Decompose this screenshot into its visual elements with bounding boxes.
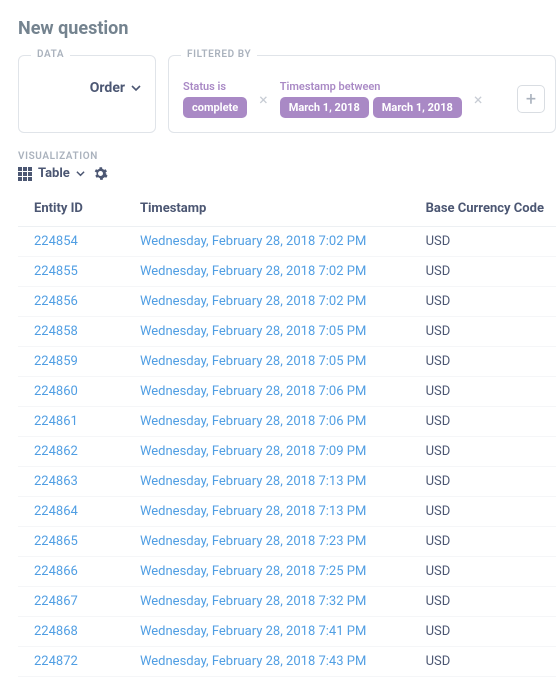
remove-filter-icon[interactable]: × — [257, 90, 270, 109]
table-row: 224860Wednesday, February 28, 2018 7:06 … — [18, 377, 556, 407]
filter-caption: Status is — [183, 80, 247, 93]
table-row: 224868Wednesday, February 28, 2018 7:41 … — [18, 617, 556, 647]
cell-timestamp[interactable]: Wednesday, February 28, 2018 7:06 PM — [124, 407, 410, 437]
filter-caption: Timestamp between — [280, 80, 462, 93]
filter-status[interactable]: Status is complete — [183, 80, 247, 118]
table-row: 224859Wednesday, February 28, 2018 7:05 … — [18, 347, 556, 377]
visualization-settings-button[interactable] — [93, 166, 108, 181]
cell-entity-id[interactable]: 224854 — [18, 227, 124, 257]
column-header-currency[interactable]: Base Currency Code — [410, 191, 556, 227]
cell-timestamp[interactable]: Wednesday, February 28, 2018 7:41 PM — [124, 617, 410, 647]
cell-timestamp[interactable]: Wednesday, February 28, 2018 7:13 PM — [124, 467, 410, 497]
data-section: DATA Order — [18, 55, 156, 133]
cell-currency: USD — [410, 437, 556, 467]
cell-currency: USD — [410, 377, 556, 407]
cell-timestamp[interactable]: Wednesday, February 28, 2018 7:25 PM — [124, 557, 410, 587]
cell-entity-id[interactable]: 224855 — [18, 257, 124, 287]
filter-section-label: FILTERED BY — [181, 49, 257, 60]
table-row: 224863Wednesday, February 28, 2018 7:13 … — [18, 467, 556, 497]
data-source-value: Order — [90, 80, 125, 96]
cell-currency: USD — [410, 227, 556, 257]
visualization-type-select[interactable]: Table — [18, 166, 85, 181]
cell-entity-id[interactable]: 224866 — [18, 557, 124, 587]
cell-currency: USD — [410, 497, 556, 527]
filter-pill[interactable]: March 1, 2018 — [373, 97, 462, 118]
filter-pill[interactable]: complete — [183, 97, 247, 118]
column-header-timestamp[interactable]: Timestamp — [124, 191, 410, 227]
data-source-select[interactable]: Order — [33, 80, 141, 96]
remove-filter-icon[interactable]: × — [472, 90, 485, 109]
plus-icon: + — [526, 89, 536, 110]
cell-entity-id[interactable]: 224861 — [18, 407, 124, 437]
cell-timestamp[interactable]: Wednesday, February 28, 2018 7:23 PM — [124, 527, 410, 557]
cell-timestamp[interactable]: Wednesday, February 28, 2018 7:05 PM — [124, 347, 410, 377]
table-row: 224856Wednesday, February 28, 2018 7:02 … — [18, 287, 556, 317]
cell-currency: USD — [410, 647, 556, 677]
cell-timestamp[interactable]: Wednesday, February 28, 2018 7:05 PM — [124, 317, 410, 347]
cell-entity-id[interactable]: 224856 — [18, 287, 124, 317]
chevron-down-icon — [76, 169, 85, 178]
cell-timestamp[interactable]: Wednesday, February 28, 2018 7:13 PM — [124, 497, 410, 527]
cell-timestamp[interactable]: Wednesday, February 28, 2018 7:32 PM — [124, 587, 410, 617]
chevron-down-icon — [131, 83, 141, 93]
table-row: 224862Wednesday, February 28, 2018 7:09 … — [18, 437, 556, 467]
cell-timestamp[interactable]: Wednesday, February 28, 2018 7:09 PM — [124, 437, 410, 467]
cell-currency: USD — [410, 407, 556, 437]
table-row: 224865Wednesday, February 28, 2018 7:23 … — [18, 527, 556, 557]
table-icon — [18, 167, 32, 181]
data-section-label: DATA — [31, 49, 70, 60]
filter-pill[interactable]: March 1, 2018 — [280, 97, 369, 118]
cell-timestamp[interactable]: Wednesday, February 28, 2018 7:02 PM — [124, 227, 410, 257]
cell-timestamp[interactable]: Wednesday, February 28, 2018 7:02 PM — [124, 287, 410, 317]
cell-timestamp[interactable]: Wednesday, February 28, 2018 7:02 PM — [124, 257, 410, 287]
cell-timestamp[interactable]: Wednesday, February 28, 2018 7:06 PM — [124, 377, 410, 407]
table-row: 224866Wednesday, February 28, 2018 7:25 … — [18, 557, 556, 587]
cell-timestamp[interactable]: Wednesday, February 28, 2018 7:43 PM — [124, 647, 410, 677]
cell-currency: USD — [410, 317, 556, 347]
cell-entity-id[interactable]: 224867 — [18, 587, 124, 617]
filter-section: FILTERED BY Status is complete × Timesta… — [168, 55, 556, 133]
cell-currency: USD — [410, 527, 556, 557]
table-row: 224861Wednesday, February 28, 2018 7:06 … — [18, 407, 556, 437]
table-row: 224854Wednesday, February 28, 2018 7:02 … — [18, 227, 556, 257]
table-row: 224867Wednesday, February 28, 2018 7:32 … — [18, 587, 556, 617]
cell-entity-id[interactable]: 224860 — [18, 377, 124, 407]
filter-timestamp[interactable]: Timestamp between March 1, 2018 March 1,… — [280, 80, 462, 118]
cell-currency: USD — [410, 347, 556, 377]
cell-entity-id[interactable]: 224862 — [18, 437, 124, 467]
gear-icon — [93, 166, 108, 181]
add-filter-button[interactable]: + — [517, 85, 545, 113]
page-title: New question — [18, 18, 556, 39]
cell-entity-id[interactable]: 224864 — [18, 497, 124, 527]
cell-currency: USD — [410, 467, 556, 497]
cell-currency: USD — [410, 587, 556, 617]
cell-entity-id[interactable]: 224863 — [18, 467, 124, 497]
cell-entity-id[interactable]: 224868 — [18, 617, 124, 647]
visualization-type-value: Table — [38, 166, 70, 181]
cell-currency: USD — [410, 287, 556, 317]
results-table: Entity ID Timestamp Base Currency Code 2… — [18, 191, 556, 677]
table-row: 224858Wednesday, February 28, 2018 7:05 … — [18, 317, 556, 347]
column-header-entity-id[interactable]: Entity ID — [18, 191, 124, 227]
table-row: 224855Wednesday, February 28, 2018 7:02 … — [18, 257, 556, 287]
cell-entity-id[interactable]: 224859 — [18, 347, 124, 377]
visualization-label: VISUALIZATION — [18, 151, 556, 162]
cell-entity-id[interactable]: 224865 — [18, 527, 124, 557]
table-row: 224872Wednesday, February 28, 2018 7:43 … — [18, 647, 556, 677]
visualization-section: VISUALIZATION Table — [18, 151, 556, 181]
cell-currency: USD — [410, 557, 556, 587]
table-row: 224864Wednesday, February 28, 2018 7:13 … — [18, 497, 556, 527]
cell-entity-id[interactable]: 224872 — [18, 647, 124, 677]
cell-currency: USD — [410, 257, 556, 287]
cell-entity-id[interactable]: 224858 — [18, 317, 124, 347]
cell-currency: USD — [410, 617, 556, 647]
